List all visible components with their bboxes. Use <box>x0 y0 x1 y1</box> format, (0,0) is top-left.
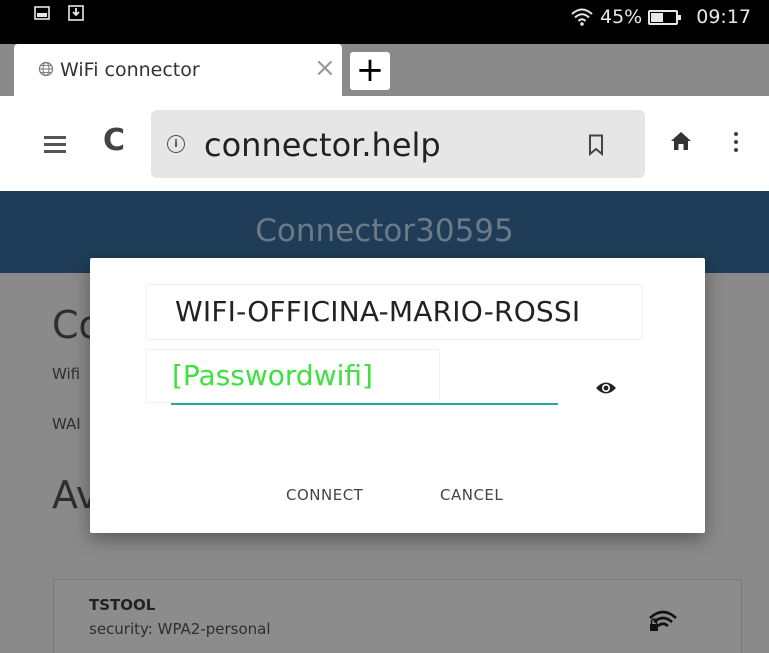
url-text[interactable]: connector.help <box>204 126 441 164</box>
wifi-signal-icon <box>571 8 593 26</box>
more-options-icon[interactable] <box>734 132 738 156</box>
wan-status-line: WAI <box>52 415 81 433</box>
connect-button[interactable]: CONNECT <box>286 486 363 504</box>
wifi-connect-dialog: WIFI-OFFICINA-MARIO-ROSSI [Passwordwifi]… <box>90 258 705 533</box>
browser-tab[interactable]: WiFi connector × <box>14 44 342 96</box>
battery-icon <box>648 9 682 25</box>
page-title: Connector30595 <box>255 213 514 249</box>
battery-percent: 45% <box>600 6 643 28</box>
screenshot-notification-icon <box>34 6 50 20</box>
new-tab-button[interactable]: + <box>350 52 390 90</box>
wifi-status-line: Wifi <box>52 365 81 383</box>
network-list-item[interactable]: TSTOOL security: WPA2-personal <box>53 579 742 653</box>
password-underline <box>171 403 558 405</box>
bookmark-icon[interactable] <box>588 134 604 156</box>
password-input[interactable]: [Passwordwifi] <box>147 350 439 402</box>
password-value[interactable]: [Passwordwifi] <box>172 359 373 392</box>
status-bar: 45% 09:17 <box>0 0 769 44</box>
browser-toolbar: C i connector.help <box>0 96 769 191</box>
clock: 09:17 <box>696 6 751 28</box>
cancel-button[interactable]: CANCEL <box>440 486 503 504</box>
tab-title: WiFi connector <box>60 59 200 81</box>
ssid-text: WIFI-OFFICINA-MARIO-ROSSI <box>175 295 581 328</box>
network-name: TSTOOL <box>89 596 156 614</box>
address-bar[interactable]: i connector.help <box>151 110 645 178</box>
reload-icon[interactable]: C <box>103 123 125 158</box>
globe-icon <box>38 61 54 77</box>
site-info-icon[interactable]: i <box>167 135 185 153</box>
ssid-display: WIFI-OFFICINA-MARIO-ROSSI <box>147 285 642 339</box>
network-security: security: WPA2-personal <box>89 620 271 638</box>
close-tab-icon[interactable]: × <box>314 55 336 81</box>
secured-wifi-icon <box>649 610 677 631</box>
hamburger-menu-icon[interactable] <box>44 136 66 153</box>
download-notification-icon <box>68 5 84 21</box>
home-icon[interactable] <box>670 131 692 151</box>
show-password-eye-icon[interactable] <box>595 380 617 396</box>
